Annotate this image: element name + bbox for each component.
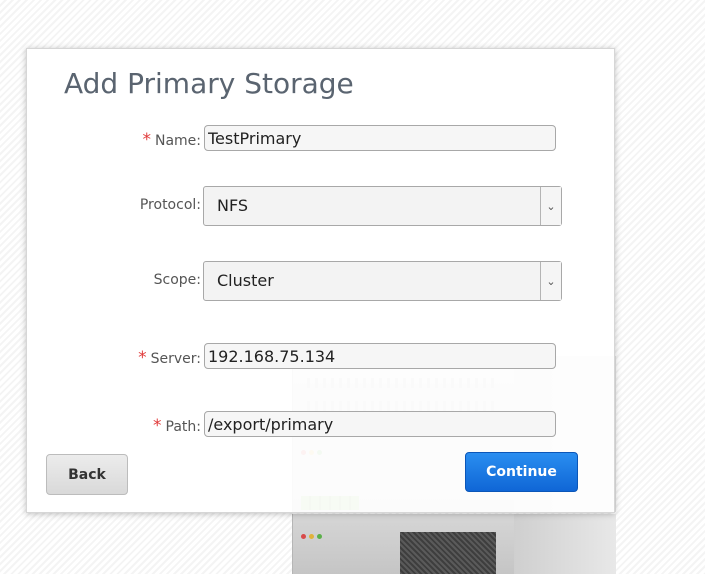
name-label: Name: <box>154 133 201 149</box>
chevron-down-icon[interactable]: ⌄ <box>540 187 561 225</box>
back-button[interactable]: Back <box>46 454 128 495</box>
server-rack-lower-side <box>514 514 616 574</box>
chevron-down-icon[interactable]: ⌄ <box>540 262 561 300</box>
server-label-wrap: * Server: <box>138 348 201 368</box>
dialog-title: Add Primary Storage <box>64 67 354 100</box>
name-input[interactable] <box>204 125 556 151</box>
protocol-label: Protocol: <box>139 197 201 213</box>
path-label-wrap: * Path: <box>153 416 201 436</box>
path-label: Path: <box>165 419 201 435</box>
scope-label: Scope: <box>153 272 201 288</box>
continue-button[interactable]: Continue <box>465 452 578 492</box>
protocol-select[interactable]: NFS ⌄ <box>203 186 562 226</box>
required-marker: * <box>138 348 147 368</box>
scope-select[interactable]: Cluster ⌄ <box>203 261 562 301</box>
required-marker: * <box>153 416 162 436</box>
path-input[interactable] <box>204 411 556 437</box>
server-label: Server: <box>150 351 201 367</box>
server-input[interactable] <box>204 343 556 369</box>
status-leds <box>301 534 322 539</box>
required-marker: * <box>142 130 151 150</box>
protocol-value: NFS <box>217 196 249 215</box>
name-label-wrap: * Name: <box>142 130 201 150</box>
scope-value: Cluster <box>217 271 274 290</box>
server-vent <box>400 532 496 574</box>
add-primary-storage-dialog: Add Primary Storage *Name: Protocol: NFS… <box>26 48 615 513</box>
